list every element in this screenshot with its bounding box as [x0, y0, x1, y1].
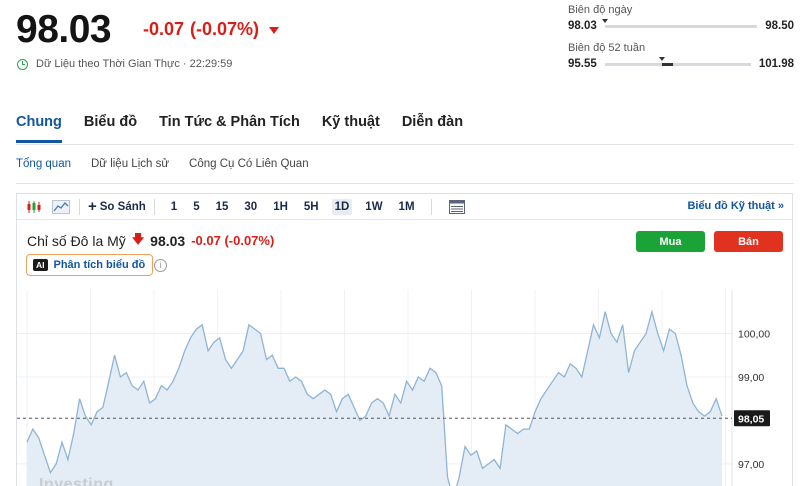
- toolbar-separator: [153, 198, 155, 215]
- price-chart[interactable]: 100,00 99,00 97,00 98,05: [17, 290, 793, 486]
- week52-range-high: 101.98: [758, 58, 794, 70]
- down-arrow-icon: 🡇: [131, 232, 145, 246]
- timeframe-1m[interactable]: 1M: [396, 199, 418, 215]
- chart-widget: + So Sánh 1 5 15 30 1H 5H 1D 1W 1M Biểu đồ Kỹ th…: [16, 193, 793, 486]
- realtime-status: Dữ Liệu theo Thời Gian Thực · 22:29:59: [17, 58, 232, 70]
- timeframe-30[interactable]: 30: [241, 199, 260, 215]
- day-range-bar: [601, 18, 758, 28]
- last-price-label: 98,05: [738, 413, 764, 425]
- tab-technical[interactable]: Kỹ thuật: [322, 114, 380, 143]
- compare-label: So Sánh: [99, 200, 146, 213]
- timeframe-5[interactable]: 5: [190, 199, 202, 215]
- toolbar-separator: [79, 198, 80, 215]
- tab-news-analysis[interactable]: Tin Tức & Phân Tích: [159, 114, 300, 143]
- timeframe-group: 1 5 15 30 1H 5H 1D 1W 1M: [163, 198, 423, 215]
- last-price: 98.03: [16, 8, 112, 51]
- info-icon[interactable]: i: [154, 259, 167, 272]
- subtabs-divider: [16, 183, 794, 184]
- ai-icon: AI: [33, 259, 48, 271]
- day-range: Biên độ ngày 98.03 98.50: [568, 4, 794, 32]
- week52-range-fill: [661, 62, 674, 66]
- tabs-divider: [16, 144, 794, 145]
- day-range-low: 98.03: [568, 20, 597, 32]
- timeframe-1[interactable]: 1: [168, 199, 180, 215]
- compare-button[interactable]: + So Sánh: [88, 199, 146, 214]
- day-range-marker: [601, 18, 608, 23]
- subtab-related-instruments[interactable]: Công Cụ Có Liên Quan: [189, 158, 309, 170]
- chart-header-change: -0.07 (-0.07%): [191, 233, 275, 248]
- main-tabs: Chung Biểu đồ Tin Tức & Phân Tích Kỹ thu…: [16, 114, 485, 143]
- clock-icon: [17, 58, 28, 70]
- timeframe-1d[interactable]: 1D: [331, 198, 353, 215]
- subtab-summary[interactable]: Tổng quan: [16, 158, 71, 170]
- chart-toolbar: + So Sánh 1 5 15 30 1H 5H 1D 1W 1M Biểu đồ Kỹ th…: [17, 194, 792, 220]
- tab-overview[interactable]: Chung: [16, 114, 62, 143]
- y-tick-label: 99,00: [738, 372, 764, 384]
- day-range-high: 98.50: [765, 20, 794, 32]
- timeframe-1h[interactable]: 1H: [270, 199, 291, 215]
- timeframe-1w[interactable]: 1W: [362, 199, 385, 215]
- data-table-icon[interactable]: [447, 198, 467, 216]
- change-value: -0.07: [143, 19, 185, 39]
- week52-range-marker: [658, 56, 665, 61]
- chart-header-price: 98.03: [150, 232, 186, 249]
- sell-button[interactable]: Bán: [714, 231, 783, 252]
- ai-analysis-label: Phân tích biểu đồ: [53, 259, 146, 271]
- tab-forum[interactable]: Diễn đàn: [402, 114, 463, 143]
- plus-icon: +: [88, 198, 97, 215]
- investing-watermark: Investing: [39, 476, 114, 486]
- day-range-label: Biên độ ngày: [568, 4, 633, 16]
- y-tick-label: 100,00: [738, 328, 770, 340]
- week52-range-low: 95.55: [568, 58, 597, 70]
- timeframe-15[interactable]: 15: [213, 199, 232, 215]
- y-tick-label: 97,00: [738, 459, 764, 471]
- ai-chart-analysis-button[interactable]: AI Phân tích biểu đồ: [26, 254, 154, 276]
- sub-tabs: Tổng quan Dữ liệu Lịch sử Công Cụ Có Liê…: [16, 158, 329, 170]
- timeframe-5h[interactable]: 5H: [301, 199, 322, 215]
- down-triangle-icon: [269, 27, 280, 34]
- week52-range-label: Biên độ 52 tuần: [568, 42, 646, 54]
- tab-chart[interactable]: Biểu đồ: [84, 114, 137, 143]
- technical-chart-link[interactable]: Biểu đồ Kỹ thuật »: [687, 200, 784, 212]
- price-change: -0.07 (-0.07%): [143, 19, 280, 40]
- realtime-label: Dữ Liệu theo Thời Gian Thực · 22:29:59: [36, 58, 233, 70]
- toolbar-separator: [430, 198, 432, 215]
- candlestick-icon[interactable]: [24, 198, 44, 216]
- subtab-historical-data[interactable]: Dữ liệu Lịch sử: [91, 158, 169, 170]
- instrument-name: Chỉ số Đô la Mỹ: [27, 232, 126, 249]
- week52-range: Biên độ 52 tuần 95.55 101.98: [568, 42, 794, 70]
- chart-header: Chỉ số Đô la Mỹ 🡇 98.03 -0.07 (-0.07%): [27, 230, 274, 251]
- area-chart-icon[interactable]: [51, 198, 71, 216]
- change-percent: (-0.07%): [190, 19, 260, 39]
- buy-button[interactable]: Mua: [636, 231, 705, 252]
- week52-range-bar: [604, 56, 751, 66]
